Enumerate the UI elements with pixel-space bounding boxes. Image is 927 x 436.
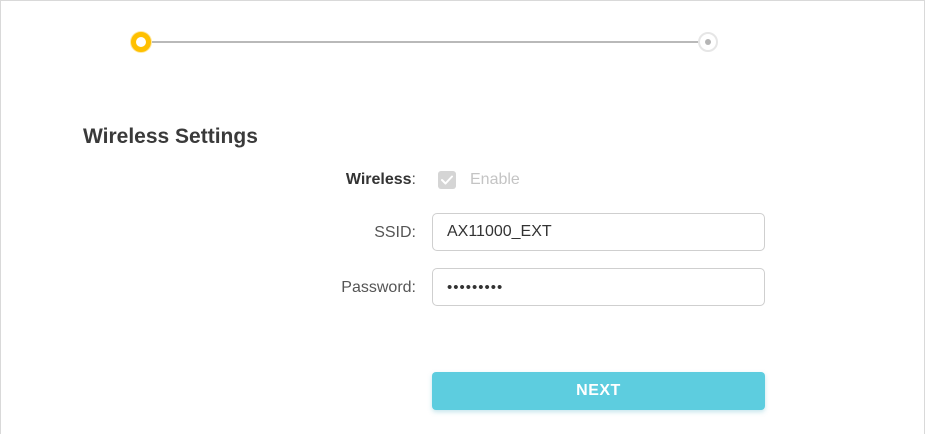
wireless-label-colon: : xyxy=(411,171,416,188)
check-icon xyxy=(441,175,453,185)
next-button[interactable]: NEXT xyxy=(432,372,765,410)
wireless-enable-label: Enable xyxy=(470,171,520,188)
ssid-label: SSID: xyxy=(374,224,416,241)
password-input[interactable] xyxy=(432,268,765,306)
section-title: Wireless Settings xyxy=(83,125,258,148)
step-2-indicator xyxy=(698,32,718,52)
stepper-progress-line xyxy=(145,41,707,43)
wireless-label-text: Wireless xyxy=(345,171,412,188)
password-label: Password: xyxy=(341,279,416,296)
wireless-label: Wireless: xyxy=(346,170,416,190)
step-1-indicator xyxy=(131,32,151,52)
wireless-enable-checkbox[interactable] xyxy=(438,171,456,189)
ssid-input[interactable] xyxy=(432,213,765,251)
